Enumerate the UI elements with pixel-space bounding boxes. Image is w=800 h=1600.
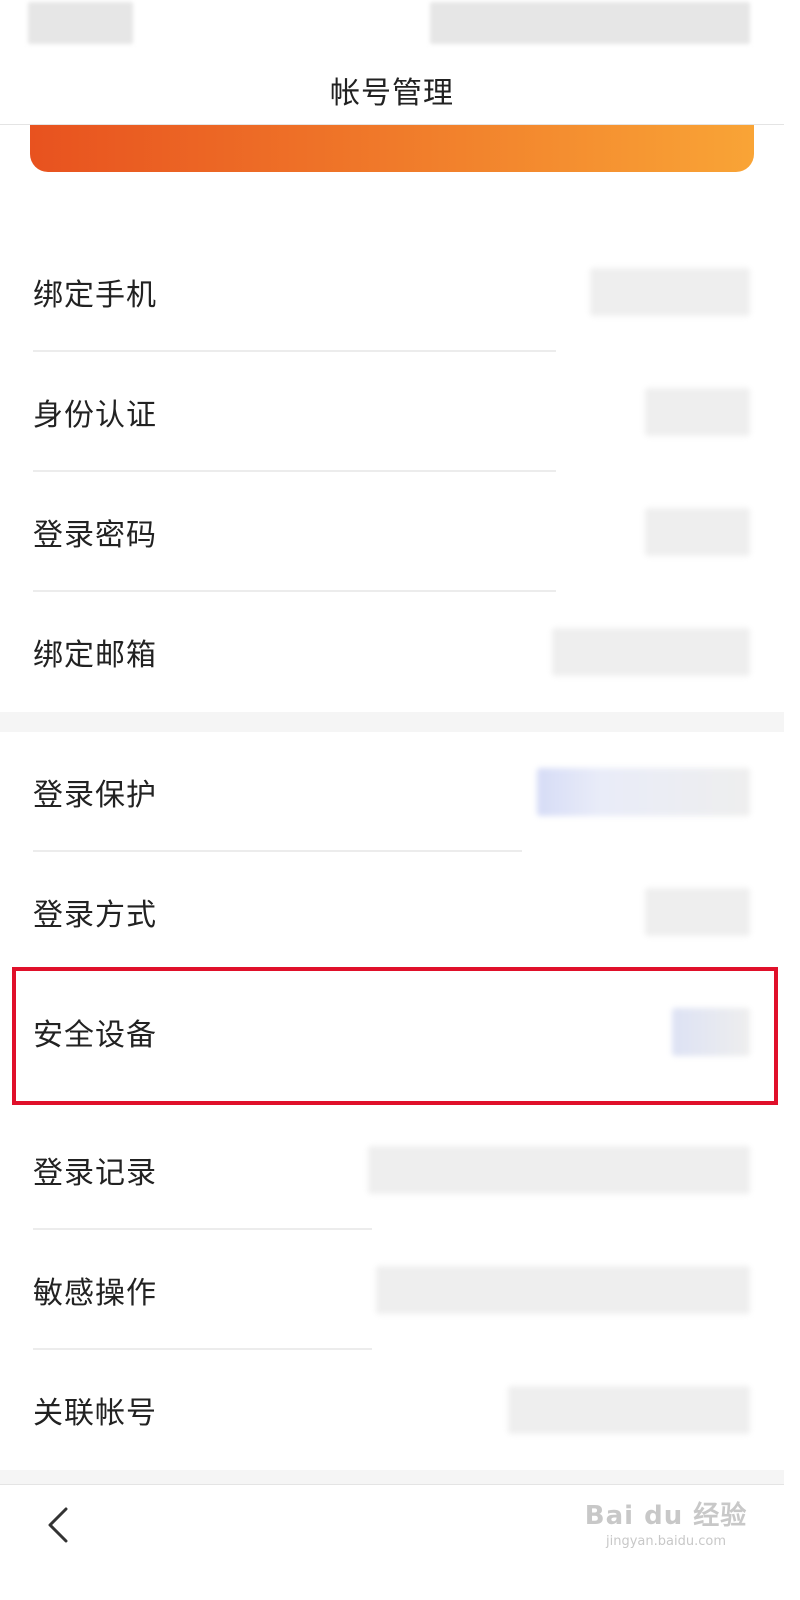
- status-bar: [0, 0, 784, 50]
- page-title: 帐号管理: [330, 76, 454, 111]
- list-item-identity-verify[interactable]: 身份认证: [0, 352, 784, 472]
- item-label: 登录保护: [33, 778, 157, 813]
- item-value-blurred: [645, 508, 750, 556]
- list-item-security-device[interactable]: 安全设备: [0, 972, 784, 1092]
- item-value-blurred: [672, 1008, 750, 1056]
- list-item-sensitive-ops[interactable]: 敏感操作: [0, 1230, 784, 1350]
- watermark-sub: jingyan.baidu.com: [606, 1534, 726, 1549]
- item-value-blurred: [508, 1386, 750, 1434]
- item-value-blurred: [537, 768, 750, 816]
- item-label: 敏感操作: [33, 1276, 157, 1311]
- item-value-blurred: [645, 388, 750, 436]
- title-bar: 帐号管理: [0, 50, 784, 125]
- section-gap: [0, 712, 784, 732]
- list-item-login-method[interactable]: 登录方式: [0, 852, 784, 972]
- item-label: 登录记录: [33, 1156, 157, 1191]
- list-item-bind-phone[interactable]: 绑定手机: [0, 232, 784, 352]
- list-item-linked-accounts[interactable]: 关联帐号: [0, 1350, 784, 1470]
- watermark-main: Bai du 经验: [584, 1501, 748, 1531]
- item-value-blurred: [645, 888, 750, 936]
- item-label: 安全设备: [33, 1018, 157, 1053]
- item-value-blurred: [552, 628, 750, 676]
- account-banner: [30, 125, 754, 172]
- item-value-blurred: [368, 1146, 750, 1194]
- status-bar-right-blur: [430, 2, 750, 44]
- item-label: 登录方式: [33, 898, 157, 933]
- item-value-blurred: [376, 1266, 750, 1314]
- list-item-login-protect[interactable]: 登录保护: [0, 732, 784, 852]
- item-label: 绑定邮箱: [33, 638, 157, 673]
- list-item-login-records[interactable]: 登录记录: [0, 1110, 784, 1230]
- list-item-login-password[interactable]: 登录密码: [0, 472, 784, 592]
- item-value-blurred: [590, 268, 750, 316]
- bottom-bar: Bai du 经验 jingyan.baidu.com: [0, 1484, 784, 1564]
- status-bar-left-blur: [28, 2, 133, 44]
- chevron-left-icon: [48, 1507, 68, 1543]
- item-label: 身份认证: [33, 398, 157, 433]
- section-gap: [0, 1470, 784, 1484]
- item-label: 关联帐号: [33, 1396, 157, 1431]
- item-label: 绑定手机: [33, 278, 157, 313]
- list-item-bind-email[interactable]: 绑定邮箱: [0, 592, 784, 712]
- item-label: 登录密码: [33, 518, 157, 553]
- baidu-jingyan-watermark: Bai du 经验 jingyan.baidu.com: [576, 1495, 756, 1555]
- back-button[interactable]: [36, 1503, 80, 1547]
